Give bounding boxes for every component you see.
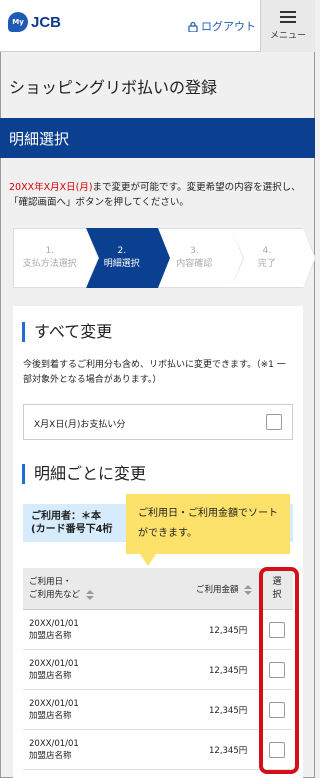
step-label: 支払方法選択 [22, 259, 77, 269]
row-date: 20XX/01/01 [29, 619, 79, 629]
detail-change-heading: 明細ごとに変更 [22, 464, 146, 484]
table-header: ご利用日・ ご利用先など ご利用金額 [23, 568, 293, 610]
all-change-description: 今後到着するご利用分も含め、リボ払いに変更できます。（※1 一部対象外となる場合… [23, 360, 286, 385]
jcb-logo[interactable]: My JCB [8, 12, 61, 32]
step-label: 内容確認 [176, 259, 213, 269]
row-amount: 12,345円 [209, 746, 248, 756]
row-merchant: 加盟店名称 [29, 711, 72, 721]
page-title: ショッピングリボ払いの登録 [9, 78, 218, 97]
row-amount: 12,345円 [209, 706, 248, 716]
step-label: 完了 [257, 259, 276, 269]
sort-icon [244, 584, 253, 595]
sort-amount-header[interactable]: ご利用金額 [196, 583, 253, 595]
lock-icon [188, 21, 198, 32]
all-change-label: X月X日(月)お支払い分 [34, 420, 126, 430]
logout-label: ログアウト [201, 20, 256, 33]
table-row[interactable]: 20XX/01/01 加盟店名称 12,345円 [23, 730, 293, 770]
row-merchant: 加盟店名称 [29, 671, 72, 681]
notice-text: 20XX年X月X日(月)まで変更が可能です。変更希望の内容を選択し、「確認画面へ… [9, 180, 309, 210]
row-date: 20XX/01/01 [29, 739, 79, 749]
row-amount: 12,345円 [209, 626, 248, 636]
row-amount: 12,345円 [209, 666, 248, 676]
table-row[interactable]: 20XX/01/01 加盟店名称 12,345円 [23, 690, 293, 730]
table-row[interactable]: 20XX/01/01 加盟店名称 12,345円 [23, 650, 293, 690]
app-header: My JCB ログアウト メニュー [0, 0, 315, 52]
all-change-row[interactable]: X月X日(月)お支払い分 [23, 404, 293, 440]
sort-tooltip: ご利用日・ご利用金額でソートができます。 [126, 494, 290, 554]
statement-table: ご利用日・ ご利用先など ご利用金額 20XX/01/01 加盟店名称 12,34… [23, 568, 293, 770]
row-merchant: 加盟店名称 [29, 751, 72, 761]
logo-text: JCB [31, 13, 62, 31]
step-number: 3. [189, 246, 199, 256]
sort-date-header[interactable]: ご利用日・ ご利用先など [29, 576, 94, 602]
all-change-checkbox[interactable] [266, 414, 282, 430]
step-number: 1. [45, 246, 55, 256]
deadline-date: 20XX年X月X日(月) [9, 182, 93, 193]
row-merchant: 加盟店名称 [29, 631, 72, 641]
progress-steps: 1. 支払方法選択 2. 明細選択 3. 内容確認 4. 完了 [13, 228, 317, 288]
step-label: 明細選択 [103, 259, 140, 269]
col-date-line2: ご利用先など [29, 590, 81, 600]
tooltip-pointer [140, 554, 156, 566]
hamburger-icon [280, 11, 296, 23]
table-row[interactable]: 20XX/01/01 加盟店名称 12,345円 [23, 610, 293, 650]
logo-badge: My [8, 12, 28, 32]
col-amount: ご利用金額 [196, 585, 239, 595]
row-date: 20XX/01/01 [29, 699, 79, 709]
sort-icon [85, 589, 94, 600]
row-date: 20XX/01/01 [29, 659, 79, 669]
logout-link[interactable]: ログアウト [188, 18, 256, 34]
step-number: 2. [117, 246, 127, 256]
step-1: 1. 支払方法選択 [13, 228, 99, 288]
col-select-header: 選択 [272, 577, 282, 600]
step-number: 4. [262, 246, 272, 256]
all-change-heading: すべて変更 [22, 322, 112, 342]
section-title: 明細選択 [0, 118, 315, 158]
col-date-line1: ご利用日・ [29, 577, 72, 587]
menu-label: メニュー [269, 31, 306, 41]
menu-button[interactable]: メニュー [260, 0, 315, 52]
